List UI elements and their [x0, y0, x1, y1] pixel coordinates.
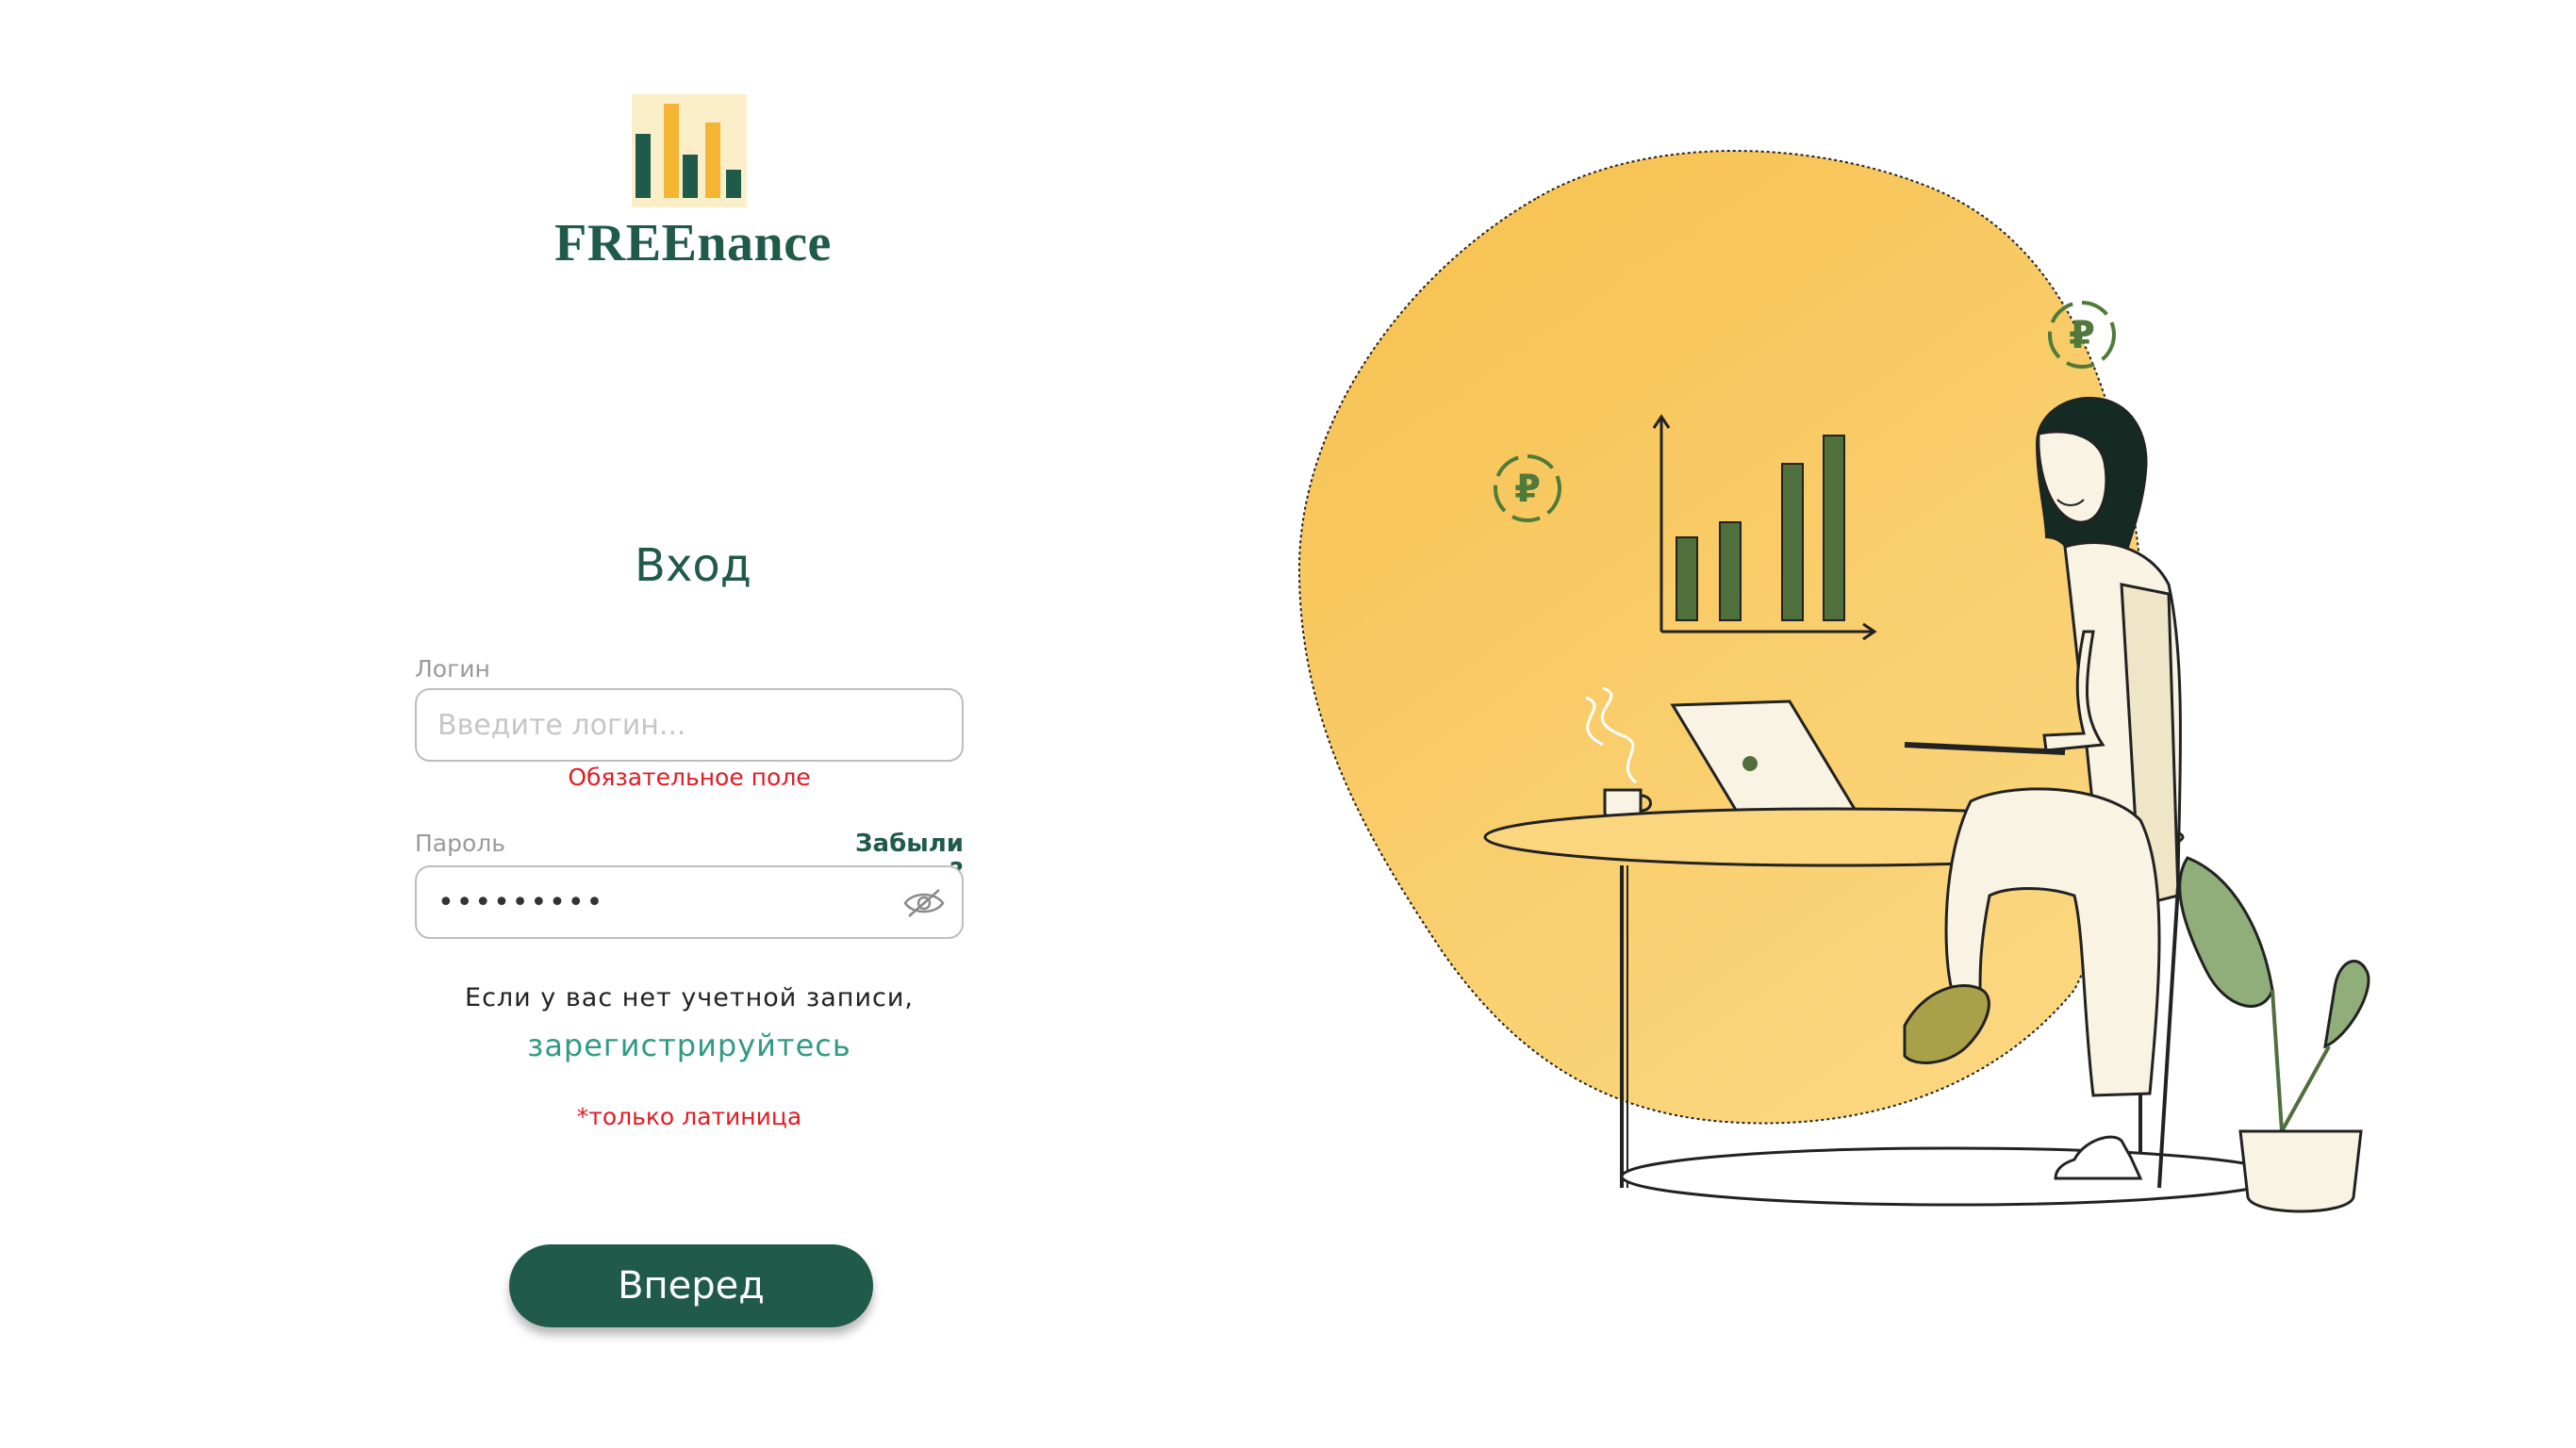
- password-input[interactable]: [415, 865, 964, 939]
- eye-off-icon[interactable]: [901, 886, 947, 920]
- latin-only-note: *только латиница: [576, 1103, 802, 1130]
- login-label: Логин: [415, 655, 490, 683]
- bar-chart-logo-icon: [632, 94, 747, 207]
- svg-text:₽: ₽: [1514, 468, 1541, 511]
- submit-button[interactable]: Вперед: [509, 1244, 873, 1327]
- background-blob: [1297, 150, 2145, 1125]
- svg-text:₽: ₽: [2069, 314, 2095, 357]
- login-input[interactable]: [415, 688, 964, 762]
- login-page: FREEnance Вход Логин Обязательное поле П…: [0, 0, 2576, 1448]
- no-account-text: Если у вас нет учетной записи,: [465, 983, 914, 1012]
- login-error: Обязательное поле: [568, 764, 811, 791]
- password-label: Пароль: [415, 830, 505, 857]
- register-link[interactable]: зарегистрируйтесь: [415, 1028, 964, 1063]
- brand-name: FREEnance: [554, 214, 832, 272]
- finance-illustration: ₽ ₽: [1297, 150, 2370, 1213]
- page-title: Вход: [635, 539, 751, 592]
